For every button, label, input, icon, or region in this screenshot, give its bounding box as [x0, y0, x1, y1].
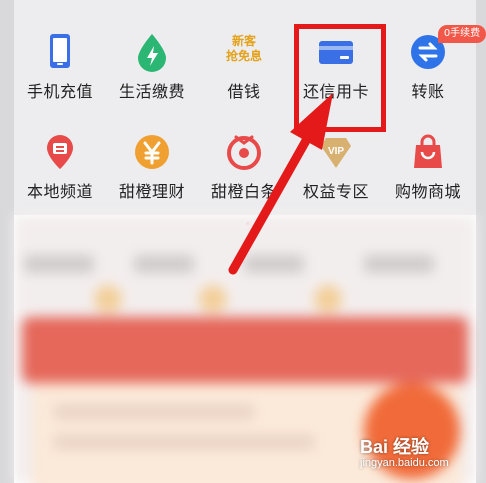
watermark-main: Bai 经验 [360, 437, 430, 457]
screenshot-frame: 手机充值 生活缴费 新客 抢免息 借钱 还信用卡 转账 本地频道 甜橙理财 甜橙… [0, 0, 486, 483]
watermark-url: jingyan.baidu.com [360, 457, 449, 469]
pointer-arrow [228, 93, 333, 275]
baidu-jingyan-watermark: Bai 经验 jingyan.baidu.com [360, 433, 480, 473]
